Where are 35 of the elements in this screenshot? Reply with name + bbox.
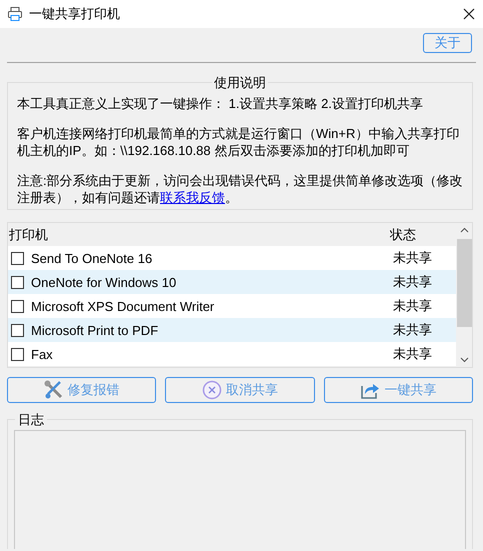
instruction-text: 本工具真正意义上实现了一键操作： 1.设置共享策略 2.设置打印机共享 <box>17 95 424 112</box>
checkbox[interactable] <box>11 252 24 264</box>
printer-name: Fax <box>31 346 54 362</box>
scroll-up-icon[interactable] <box>460 227 468 233</box>
printer-row[interactable]: Microsoft Print to PDF 未共享 <box>8 318 456 342</box>
column-header: 打印机 <box>9 226 49 244</box>
printer-row[interactable]: Microsoft XPS Document Writer 未共享 <box>8 294 456 318</box>
window-title: 一键共享打印机 <box>29 5 121 23</box>
printer-name: Microsoft XPS Document Writer <box>31 298 216 314</box>
printer-name: OneNote for Windows 10 <box>31 274 178 290</box>
printer-row[interactable]: Fax 未共享 <box>8 342 456 366</box>
scroll-down-icon[interactable] <box>460 357 468 363</box>
group-title: 日志 <box>15 412 47 427</box>
checkbox[interactable] <box>11 324 24 336</box>
share-status: 未共享 <box>393 345 433 363</box>
share-status: 未共享 <box>393 249 433 267</box>
column-header: 状态 <box>390 226 417 244</box>
close-icon[interactable] <box>461 6 477 22</box>
share-status: 未共享 <box>393 297 433 315</box>
checkbox[interactable] <box>11 348 24 360</box>
printer-name: Microsoft Print to PDF <box>31 322 160 338</box>
printer-row[interactable]: OneNote for Windows 10 未共享 <box>8 270 456 294</box>
share-status: 未共享 <box>393 321 433 339</box>
checkbox[interactable] <box>11 300 24 312</box>
instruction-text: 注意:部分系统由于更新，访问会出现错误代码，这里提供简单修改选项（修改注册表），如有问题还请联系我反馈。 <box>17 172 463 206</box>
feedback-link[interactable]: 联系我反馈 <box>160 190 225 205</box>
printer-name: Send To OneNote 16 <box>31 250 154 266</box>
cancel-icon <box>202 380 222 400</box>
printer-row[interactable]: Send To OneNote 16 未共享 <box>8 246 456 270</box>
instruction-text: 客户机连接网络打印机最简单的方式就是运行窗口（Win+R）中输入共享打印机主机的IP。如：\\192.168.10.88 然后双击添要添加的打印机加即可 <box>17 125 460 159</box>
checkbox[interactable] <box>11 276 24 288</box>
printer-icon <box>7 6 23 22</box>
share-status: 未共享 <box>393 273 433 291</box>
tools-icon <box>44 380 64 400</box>
group-title: 使用说明 <box>212 75 268 90</box>
